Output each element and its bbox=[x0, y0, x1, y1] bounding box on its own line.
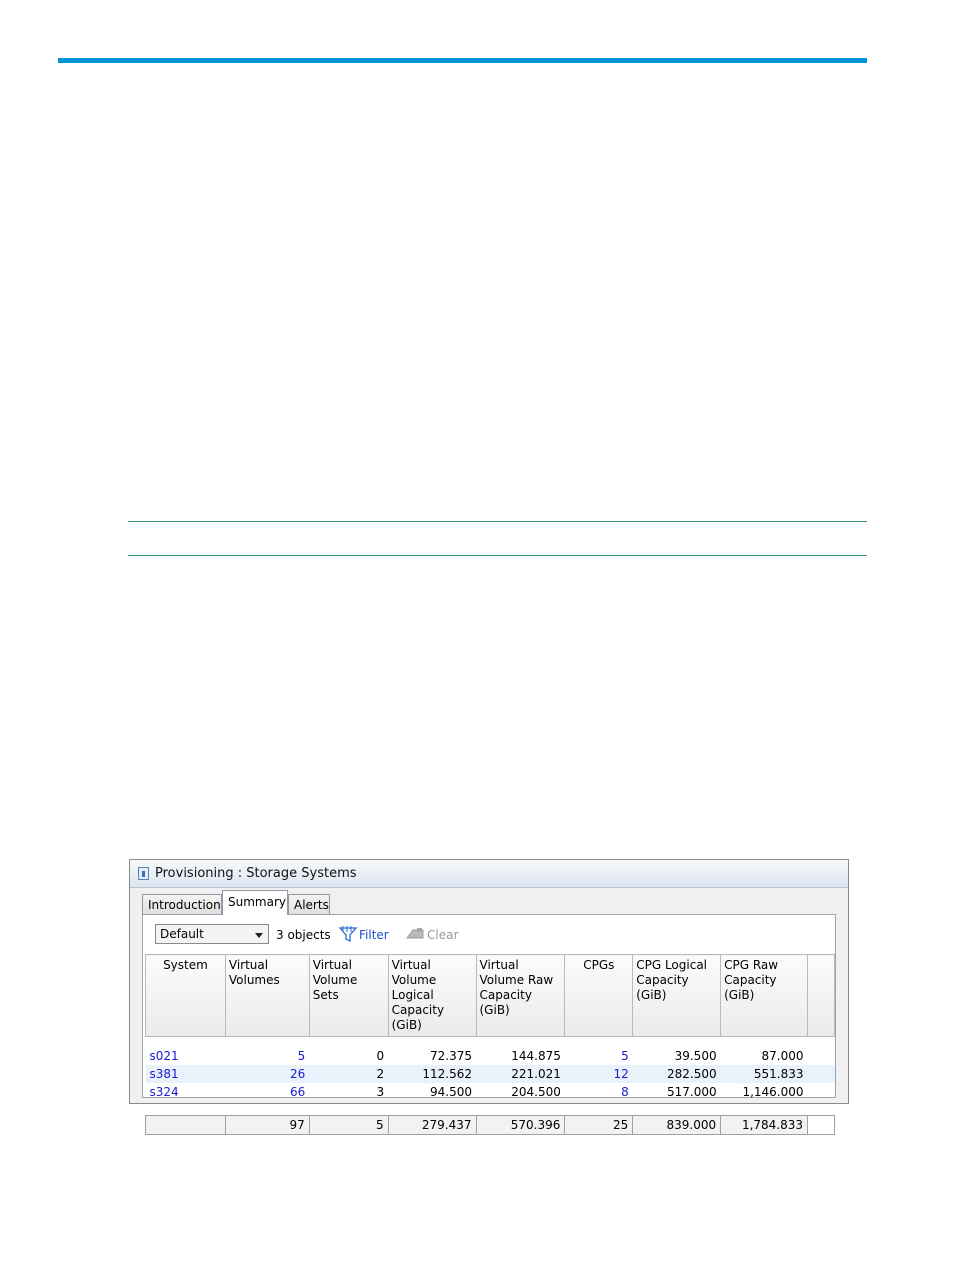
provisioning-window: Provisioning : Storage Systems Introduct… bbox=[129, 859, 849, 1135]
filter-label: Filter bbox=[359, 928, 389, 942]
table-row[interactable]: s381 26 2 112.562 221.021 12 282.500 551… bbox=[145, 1065, 835, 1083]
cell-vv-raw: 204.500 bbox=[511, 1085, 561, 1099]
summary-panel: Default 3 objects Filter Clear System Vi… bbox=[142, 914, 836, 1135]
object-count: 3 objects bbox=[276, 928, 331, 942]
cell-vv-sets: 2 bbox=[309, 1065, 389, 1083]
system-link[interactable]: s381 bbox=[145, 1065, 226, 1083]
cell-cpg-logical: 39.500 bbox=[674, 1049, 717, 1063]
cell-filler bbox=[808, 1083, 835, 1101]
total-vv-sets: 5 bbox=[308, 1115, 389, 1135]
storage-system-icon bbox=[138, 867, 149, 880]
cell-cpg-raw: 1,146.000 bbox=[742, 1085, 804, 1099]
cell-cpg-raw: 87.000 bbox=[761, 1049, 804, 1063]
table-header-row: System Virtual Volumes Virtual Volume Se… bbox=[145, 954, 835, 1037]
totals-row: 97 5 279.437 570.396 25 839.000 1,784.83… bbox=[145, 1115, 835, 1135]
cell-cpg-logical: 517.000 bbox=[666, 1085, 717, 1099]
cell-vv-sets: 3 bbox=[376, 1085, 385, 1099]
cell-vv-logical: 72.375 bbox=[430, 1049, 472, 1063]
table-row[interactable]: s021 5 0 72.375 144.875 5 39.500 87.000 bbox=[146, 1047, 835, 1065]
cpgs-link[interactable]: 12 bbox=[564, 1065, 633, 1083]
cell-vv-logical: 94.500 bbox=[430, 1085, 472, 1099]
total-cpg-logical: 839.000 bbox=[632, 1115, 722, 1135]
view-select[interactable]: Default bbox=[155, 924, 269, 944]
table-spacer bbox=[146, 1101, 835, 1116]
system-link[interactable]: s324 bbox=[146, 1083, 226, 1101]
column-header-cpg-logical-capacity[interactable]: CPG Logical Capacity (GiB) bbox=[632, 954, 722, 1037]
total-virtual-volumes: 97 bbox=[224, 1115, 310, 1135]
tab-alerts[interactable]: Alerts bbox=[288, 894, 330, 914]
cell-vv-sets: 0 bbox=[376, 1049, 385, 1063]
eraser-icon bbox=[406, 928, 424, 939]
filter-icon bbox=[338, 926, 358, 943]
table-spacer bbox=[146, 1037, 835, 1048]
storage-systems-table: System Virtual Volumes Virtual Volume Se… bbox=[145, 954, 835, 1135]
table-row[interactable]: s324 66 3 94.500 204.500 8 517.000 1,146… bbox=[146, 1083, 835, 1101]
virtual-volumes-link[interactable]: 66 bbox=[225, 1083, 309, 1101]
total-vv-raw: 570.396 bbox=[475, 1115, 566, 1135]
column-header-vv-raw-capacity[interactable]: Virtual Volume Raw Capacity (GiB) bbox=[475, 954, 566, 1037]
cell-filler bbox=[808, 1047, 835, 1065]
clear-label: Clear bbox=[427, 928, 459, 942]
total-cpgs: 25 bbox=[564, 1115, 634, 1135]
header-rule bbox=[58, 58, 867, 63]
note-top-rule bbox=[128, 521, 867, 522]
toolbar: Default 3 objects Filter Clear bbox=[143, 915, 835, 953]
total-vv-logical: 279.437 bbox=[387, 1115, 477, 1135]
tab-summary[interactable]: Summary bbox=[222, 890, 288, 915]
virtual-volumes-link[interactable]: 5 bbox=[225, 1047, 309, 1065]
total-filler bbox=[807, 1115, 835, 1135]
total-cpg-raw: 1,784.833 bbox=[720, 1115, 809, 1135]
virtual-volumes-link[interactable]: 26 bbox=[225, 1065, 310, 1083]
column-header-virtual-volumes[interactable]: Virtual Volumes bbox=[224, 954, 310, 1037]
cell-filler bbox=[807, 1065, 835, 1083]
column-header-system[interactable]: System bbox=[145, 954, 226, 1037]
cell-cpg-raw: 551.833 bbox=[720, 1065, 808, 1083]
cell-vv-raw: 144.875 bbox=[511, 1049, 561, 1063]
cpgs-link[interactable]: 5 bbox=[565, 1047, 633, 1065]
cell-cpg-logical: 282.500 bbox=[632, 1065, 721, 1083]
column-header-virtual-volume-sets[interactable]: Virtual Volume Sets bbox=[308, 954, 389, 1037]
window-titlebar: Provisioning : Storage Systems bbox=[130, 860, 848, 888]
column-header-cpg-raw-capacity[interactable]: CPG Raw Capacity (GiB) bbox=[720, 954, 809, 1037]
column-header-vv-logical-capacity[interactable]: Virtual Volume Logical Capacity (GiB) bbox=[387, 954, 477, 1037]
cell-vv-raw: 221.021 bbox=[476, 1065, 565, 1083]
view-select-value: Default bbox=[160, 927, 204, 941]
tab-introduction[interactable]: Introduction bbox=[142, 894, 222, 914]
cpgs-link[interactable]: 8 bbox=[565, 1083, 633, 1101]
column-header-filler bbox=[807, 954, 835, 1037]
system-link[interactable]: s021 bbox=[146, 1047, 226, 1065]
total-system bbox=[145, 1115, 226, 1135]
cell-vv-logical: 112.562 bbox=[388, 1065, 476, 1083]
note-bottom-rule bbox=[128, 555, 867, 556]
window-title: Provisioning : Storage Systems bbox=[155, 866, 357, 881]
column-header-cpgs[interactable]: CPGs bbox=[564, 954, 634, 1037]
chevron-down-icon bbox=[255, 933, 263, 938]
